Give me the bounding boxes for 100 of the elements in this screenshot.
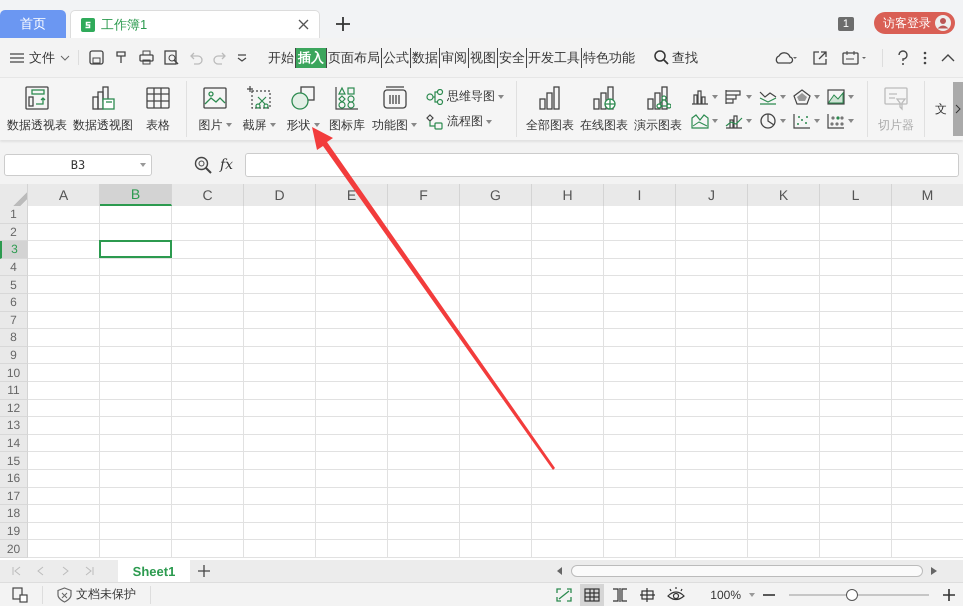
search-icon[interactable] [654, 50, 669, 65]
ribbon-tab[interactable]: 视图 [468, 48, 497, 68]
column-header[interactable]: C [172, 184, 244, 206]
function-chart-icon[interactable] [382, 84, 408, 110]
screenshot-icon[interactable] [246, 84, 272, 110]
add-sheet-icon[interactable] [198, 565, 210, 577]
picture-button[interactable]: 图片 [198, 116, 222, 134]
ribbon-tab[interactable]: 公式 [381, 48, 410, 68]
demo-chart-button[interactable]: 演示图表 [634, 116, 682, 134]
icon-library-icon[interactable] [334, 84, 360, 110]
column-header[interactable]: G [460, 184, 532, 206]
row-header[interactable]: 20 [0, 540, 28, 558]
caret-icon[interactable] [237, 54, 247, 62]
flowchart-button[interactable]: 流程图 [447, 113, 483, 130]
column-header[interactable]: J [676, 184, 748, 206]
function-button[interactable]: fx [220, 157, 234, 173]
scroll-left-icon[interactable] [557, 567, 563, 575]
name-box[interactable]: B3 [4, 154, 152, 176]
column-chart-icon[interactable] [691, 89, 709, 105]
horizontal-scrollbar[interactable] [571, 565, 923, 577]
row-header[interactable]: 10 [0, 364, 28, 382]
print-preview-icon[interactable] [164, 50, 179, 65]
row-header[interactable]: 13 [0, 417, 28, 435]
demo-chart-icon[interactable] [645, 84, 671, 110]
ribbon-tab[interactable]: 安全 [497, 48, 526, 68]
shape-icon[interactable] [290, 84, 316, 110]
line-chart-icon[interactable] [759, 89, 777, 105]
bubble-chart-icon[interactable] [827, 113, 845, 129]
help-icon[interactable] [897, 50, 909, 66]
column-header[interactable]: K [748, 184, 820, 206]
area-chart-icon[interactable] [827, 89, 845, 105]
add-tab-icon[interactable] [336, 17, 350, 31]
pivot-chart-button[interactable]: 数据透视图 [73, 116, 133, 134]
scroll-right-icon[interactable] [953, 82, 963, 136]
shape-button[interactable]: 形状 [286, 116, 310, 134]
formula-input[interactable] [245, 153, 959, 177]
row-header[interactable]: 18 [0, 505, 28, 523]
ribbon-tab[interactable]: 审阅 [439, 48, 468, 68]
menu-icon[interactable] [10, 52, 24, 62]
function-chart-button[interactable]: 功能图 [372, 116, 408, 134]
online-chart-icon[interactable] [591, 84, 617, 110]
column-header[interactable]: L [820, 184, 892, 206]
row-header[interactable]: 7 [0, 312, 28, 330]
bar-chart-icon[interactable] [725, 89, 743, 105]
mindmap-button[interactable]: 思维导图 [447, 88, 495, 105]
stock-chart-icon[interactable] [691, 113, 709, 129]
ribbon-tab[interactable]: 插入 [295, 48, 326, 68]
row-header[interactable]: 11 [0, 382, 28, 400]
column-header[interactable]: M [892, 184, 963, 206]
row-header[interactable]: 16 [0, 470, 28, 488]
row-header[interactable]: 17 [0, 488, 28, 506]
search-button[interactable]: 查找 [672, 48, 698, 66]
selected-cell[interactable] [99, 240, 172, 258]
row-header[interactable]: 5 [0, 276, 28, 294]
row-header[interactable]: 12 [0, 400, 28, 418]
cloud-icon[interactable] [774, 50, 798, 66]
scroll-right-icon[interactable] [931, 567, 937, 575]
row-header[interactable]: 1 [0, 206, 28, 224]
row-header[interactable]: 9 [0, 346, 28, 364]
share-icon[interactable] [812, 50, 828, 66]
online-chart-button[interactable]: 在线图表 [580, 116, 628, 134]
row-header[interactable]: 15 [0, 452, 28, 470]
column-header[interactable]: F [388, 184, 460, 206]
row-header[interactable]: 19 [0, 522, 28, 540]
zoom-in-icon[interactable] [943, 588, 955, 600]
combo-chart-icon[interactable] [725, 113, 743, 129]
file-menu[interactable]: 文件 [29, 48, 55, 66]
column-header[interactable]: H [532, 184, 604, 206]
row-header[interactable]: 14 [0, 434, 28, 452]
window-count[interactable]: 1 [838, 17, 854, 31]
pivot-table-icon[interactable] [24, 84, 50, 110]
ribbon-tab[interactable]: 页面布局 [326, 48, 381, 68]
zoom-level[interactable]: 100% [710, 588, 741, 602]
zoom-icon[interactable] [194, 156, 212, 174]
mindmap-icon[interactable] [426, 88, 444, 104]
flowchart-icon[interactable] [426, 114, 444, 130]
scatter-chart-icon[interactable] [793, 113, 811, 129]
protection-status[interactable]: 文档未保护 [76, 586, 136, 603]
ribbon-tab[interactable]: 开始 [267, 48, 295, 68]
caret-icon[interactable] [60, 54, 70, 60]
ribbon-tab[interactable]: 开发工具 [526, 48, 581, 68]
more-icon[interactable] [923, 50, 927, 64]
radar-chart-icon[interactable] [793, 89, 811, 105]
row-header[interactable]: 4 [0, 258, 28, 276]
sheet-tab[interactable]: Sheet1 [118, 560, 190, 582]
ribbon-tab[interactable]: 数据 [410, 48, 439, 68]
close-icon[interactable] [298, 19, 309, 30]
print-icon[interactable] [139, 50, 154, 65]
shield-icon[interactable] [57, 586, 72, 602]
all-charts-button[interactable]: 全部图表 [526, 116, 574, 134]
column-header[interactable]: I [604, 184, 676, 206]
zoom-slider-thumb[interactable] [846, 588, 858, 600]
save-icon[interactable] [89, 50, 104, 65]
macro-icon[interactable] [12, 586, 28, 602]
row-header[interactable]: 8 [0, 329, 28, 347]
collapse-icon[interactable] [941, 54, 955, 62]
pivot-table-button[interactable]: 数据透视表 [7, 116, 67, 134]
table-button[interactable]: 表格 [146, 116, 170, 134]
column-header[interactable]: D [244, 184, 316, 206]
icon-library-button[interactable]: 图标库 [329, 116, 365, 134]
